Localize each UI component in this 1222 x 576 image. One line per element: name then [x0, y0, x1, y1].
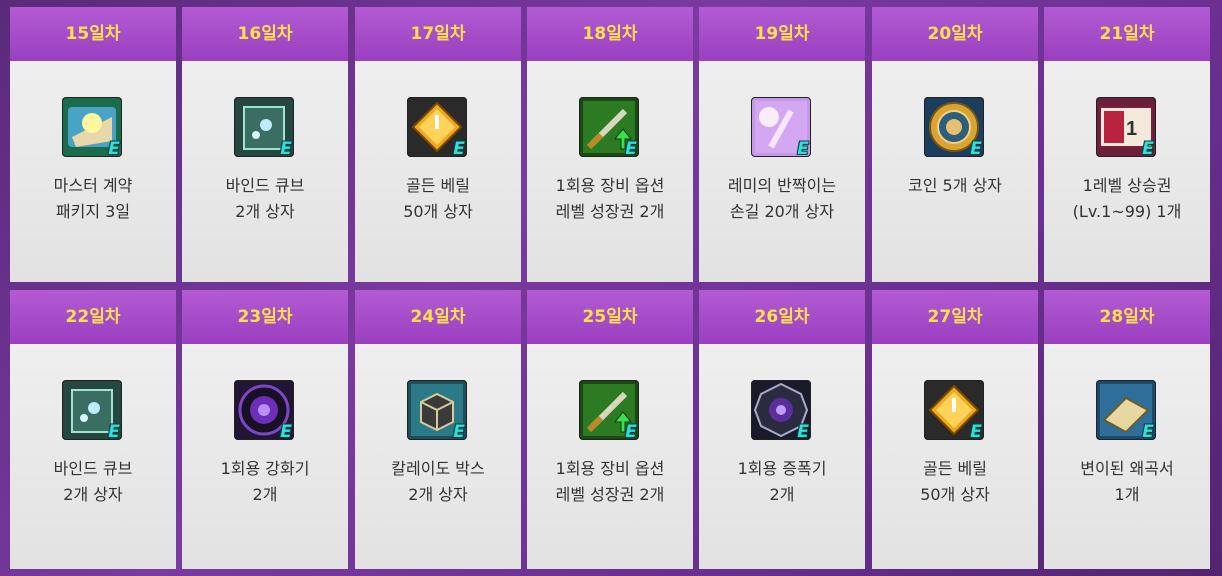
reward-name: 1회용 강화기 2개: [182, 456, 348, 508]
reward-name-line1: 골든 베릴: [923, 459, 987, 478]
reward-name-line2: (Lv.1~99) 1개: [1072, 202, 1182, 221]
reward-name-line1: 칼레이도 박스: [391, 459, 485, 478]
reward-name: 칼레이도 박스 2개 상자: [355, 456, 521, 508]
day-label: 17일차: [355, 7, 521, 61]
remy-touch-icon[interactable]: E: [751, 97, 811, 159]
reward-name-line1: 레미의 반짝이는: [727, 176, 837, 195]
reward-name-line2: 1개: [1114, 485, 1140, 504]
reward-name: 골든 베릴 50개 상자: [355, 173, 521, 225]
reward-name: 바인드 큐브 2개 상자: [10, 456, 176, 508]
reward-card-25: 25일차 E 1회용 장비 옵션레벨 성장권 2개: [527, 290, 693, 569]
master-contract-icon[interactable]: E: [62, 97, 122, 159]
reward-name-line2: 50개 상자: [403, 202, 473, 221]
day-label: 28일차: [1044, 290, 1210, 344]
option-level-ticket-icon[interactable]: E: [579, 97, 639, 159]
day-label: 27일차: [872, 290, 1038, 344]
reward-name-line2: 2개 상자: [408, 485, 468, 504]
day-label: 20일차: [872, 7, 1038, 61]
equipment-badge-icon: E: [970, 139, 982, 159]
reward-name-line2: 손길 20개 상자: [729, 202, 835, 221]
reward-name-line1: 바인드 큐브: [225, 176, 305, 195]
reward-name: 1회용 증폭기 2개: [699, 456, 865, 508]
reward-card-17: 17일차 E 골든 베릴 50개 상자: [355, 7, 521, 282]
reward-name: 마스터 계약패키지 3일: [10, 173, 176, 225]
reward-card-23: 23일차 E 1회용 강화기 2개: [182, 290, 348, 569]
reward-name-line1: 1회용 장비 옵션: [555, 459, 665, 478]
enhancer-icon[interactable]: E: [234, 380, 294, 442]
day-label: 22일차: [10, 290, 176, 344]
reward-name: 변이된 왜곡서 1개: [1044, 456, 1210, 508]
reward-name-line2: 패키지 3일: [55, 202, 131, 221]
equipment-badge-icon: E: [625, 139, 637, 159]
reward-name-line1: 1회용 장비 옵션: [555, 176, 665, 195]
day-label: 23일차: [182, 290, 348, 344]
equipment-badge-icon: E: [1142, 139, 1154, 159]
amplifier-icon[interactable]: E: [751, 380, 811, 442]
reward-name-line1: 바인드 큐브: [53, 459, 133, 478]
day-label: 15일차: [10, 7, 176, 61]
reward-name-line2: 레벨 성장권 2개: [555, 202, 665, 221]
reward-card-27: 27일차 E 골든 베릴 50개 상자: [872, 290, 1038, 569]
day-label: 25일차: [527, 290, 693, 344]
reward-name: 1레벨 상승권 (Lv.1~99) 1개: [1044, 173, 1210, 225]
equipment-badge-icon: E: [108, 422, 120, 442]
option-level-ticket-icon[interactable]: E: [579, 380, 639, 442]
reward-name-line2: 2개: [769, 485, 795, 504]
level-up-ticket-icon[interactable]: 1E: [1096, 97, 1156, 159]
reward-name: 1회용 장비 옵션레벨 성장권 2개: [527, 173, 693, 225]
day-label: 18일차: [527, 7, 693, 61]
day-label: 16일차: [182, 7, 348, 61]
reward-card-20: 20일차 E 코인 5개 상자: [872, 7, 1038, 282]
equipment-badge-icon: E: [108, 139, 120, 159]
reward-name-line1: 마스터 계약: [53, 176, 133, 195]
day-label: 21일차: [1044, 7, 1210, 61]
reward-card-18: 18일차 E 1회용 장비 옵션레벨 성장권 2개: [527, 7, 693, 282]
reward-name-line1: 1회용 강화기: [220, 459, 310, 478]
golden-beryl-icon[interactable]: E: [924, 380, 984, 442]
equipment-badge-icon: E: [280, 139, 292, 159]
reward-name-line1: 골든 베릴: [406, 176, 470, 195]
reward-card-15: 15일차 E 마스터 계약패키지 3일: [10, 7, 176, 282]
reward-card-28: 28일차 E 변이된 왜곡서 1개: [1044, 290, 1210, 569]
reward-name: 바인드 큐브 2개 상자: [182, 173, 348, 225]
coin-icon[interactable]: E: [924, 97, 984, 159]
day-label: 26일차: [699, 290, 865, 344]
equipment-badge-icon: E: [453, 422, 465, 442]
equipment-badge-icon: E: [1142, 422, 1154, 442]
day-label: 19일차: [699, 7, 865, 61]
reward-card-21: 21일차 1 E 1레벨 상승권 (Lv.1~99) 1개: [1044, 7, 1210, 282]
kaleido-box-icon[interactable]: E: [407, 380, 467, 442]
equipment-badge-icon: E: [625, 422, 637, 442]
bind-cube-icon[interactable]: E: [62, 380, 122, 442]
svg-text:1: 1: [1126, 118, 1137, 140]
bind-cube-icon[interactable]: E: [234, 97, 294, 159]
reward-card-22: 22일차 E 바인드 큐브 2개 상자: [10, 290, 176, 569]
reward-name: 코인 5개 상자: [872, 173, 1038, 199]
reward-name: 1회용 장비 옵션레벨 성장권 2개: [527, 456, 693, 508]
golden-beryl-icon[interactable]: E: [407, 97, 467, 159]
mutated-scroll-icon[interactable]: E: [1096, 380, 1156, 442]
equipment-badge-icon: E: [280, 422, 292, 442]
reward-name-line2: 레벨 성장권 2개: [555, 485, 665, 504]
reward-name-line2: 2개 상자: [63, 485, 123, 504]
reward-card-16: 16일차 E 바인드 큐브 2개 상자: [182, 7, 348, 282]
equipment-badge-icon: E: [797, 422, 809, 442]
reward-card-19: 19일차 E 레미의 반짝이는손길 20개 상자: [699, 7, 865, 282]
reward-name-line1: 1레벨 상승권: [1082, 176, 1172, 195]
equipment-badge-icon: E: [797, 139, 809, 159]
reward-name-line1: 1회용 증폭기: [737, 459, 827, 478]
reward-name-line1: 코인 5개 상자: [908, 176, 1002, 195]
reward-name-line2: 2개: [252, 485, 278, 504]
reward-name-line2: 2개 상자: [235, 202, 295, 221]
reward-name-line1: 변이된 왜곡서: [1080, 459, 1174, 478]
reward-name-line2: 50개 상자: [920, 485, 990, 504]
reward-card-24: 24일차 E 칼레이도 박스 2개 상자: [355, 290, 521, 569]
equipment-badge-icon: E: [970, 422, 982, 442]
reward-name: 레미의 반짝이는손길 20개 상자: [699, 173, 865, 225]
reward-calendar: 15일차 E 마스터 계약패키지 3일 16일차 E 바인드 큐브 2개 상자 17일차 E 골든…: [0, 0, 1222, 576]
equipment-badge-icon: E: [453, 139, 465, 159]
reward-name: 골든 베릴 50개 상자: [872, 456, 1038, 508]
day-label: 24일차: [355, 290, 521, 344]
reward-card-26: 26일차 E 1회용 증폭기 2개: [699, 290, 865, 569]
